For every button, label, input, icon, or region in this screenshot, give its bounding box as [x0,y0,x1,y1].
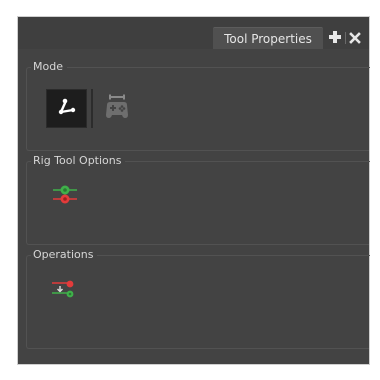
tab-actions [328,28,361,48]
rig-tool-options-section: Rig Tool Options [26,153,370,245]
section-divider [107,255,370,256]
operation-icon [49,277,79,307]
tool-properties-window: Tool Properties Mode Rig Tool Options Op… [17,16,370,365]
rig-option-icon [50,182,80,212]
operations-label: Operations [31,247,98,263]
rig-tool-options-label: Rig Tool Options [31,153,126,169]
section-divider [135,161,370,162]
gamepad-icon [102,93,132,125]
tool-properties-panel: Mode Rig Tool Options Operations [18,49,370,364]
rig-mode-button[interactable] [46,89,87,128]
tab-tool-properties[interactable]: Tool Properties [213,27,323,50]
close-icon[interactable] [349,29,361,48]
operations-section: Operations [26,247,370,349]
section-divider [75,67,370,68]
mode-section: Mode [26,59,370,151]
tab-title: Tool Properties [224,32,312,46]
operation-button[interactable] [47,279,81,305]
plus-icon[interactable] [328,29,342,48]
mode-section-label: Mode [31,59,67,75]
rig-mode-icon [56,96,78,122]
tab-actions-divider [345,32,346,44]
mode-divider [91,89,93,128]
game-mode-button[interactable] [96,89,137,128]
rig-option-button[interactable] [48,184,82,210]
